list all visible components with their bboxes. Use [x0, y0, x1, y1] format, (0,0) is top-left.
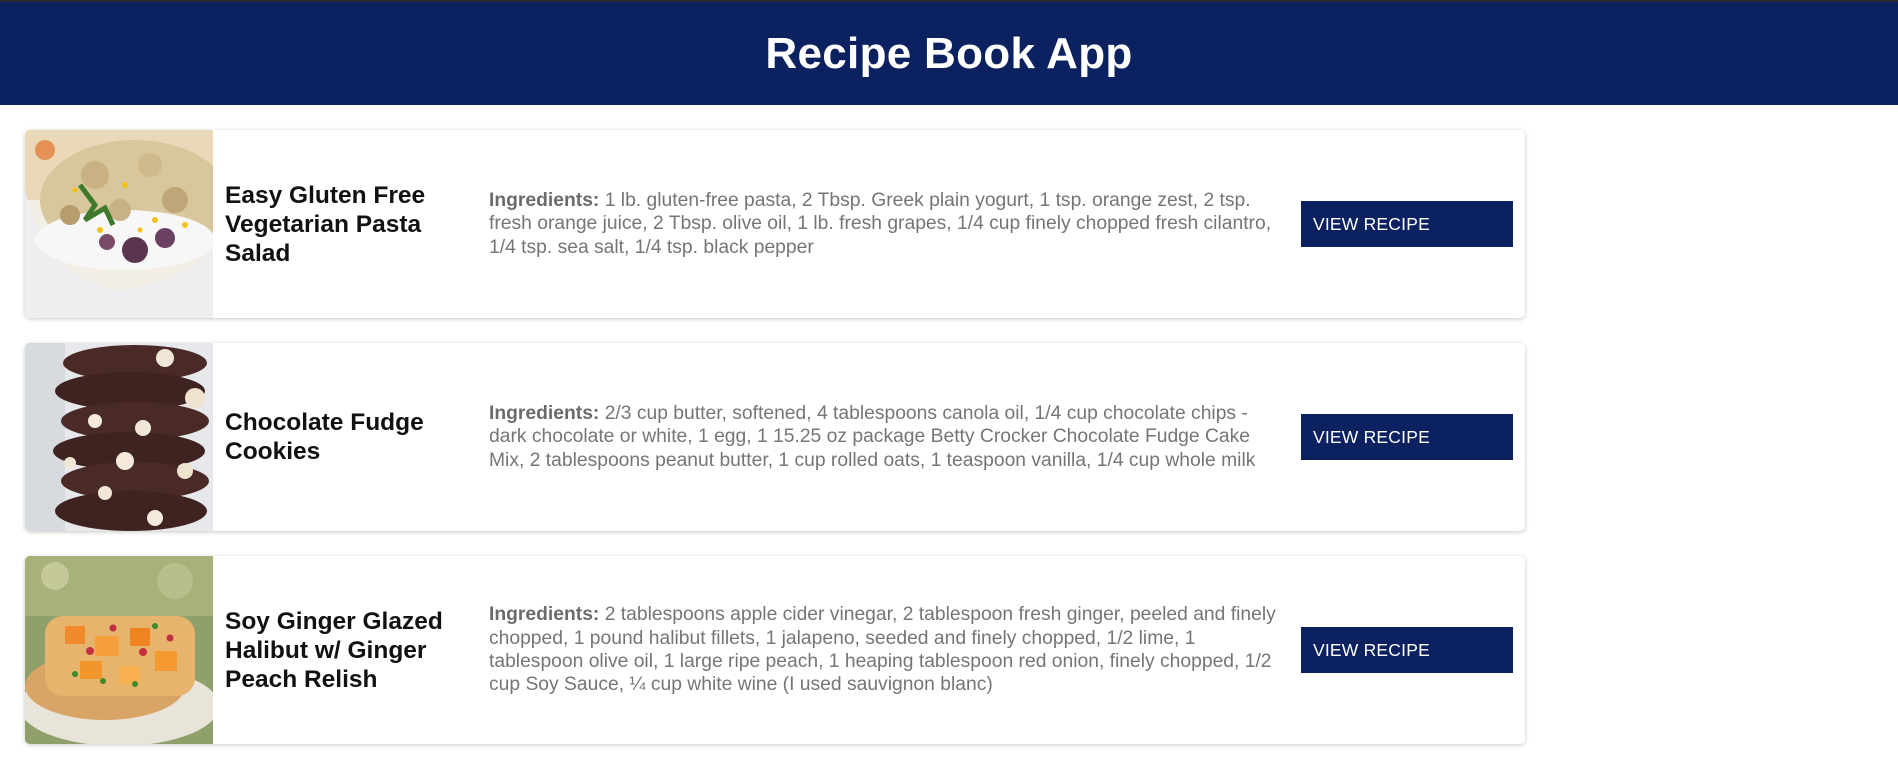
recipe-ingredients: Ingredients: 1 lb. gluten-free pasta, 2 … [477, 189, 1284, 259]
ingredients-label: Ingredients: [489, 403, 600, 425]
recipe-title: Easy Gluten Free Vegetarian Pasta Salad [225, 181, 426, 267]
view-recipe-button[interactable]: VIEW RECIPE [1301, 414, 1513, 460]
ingredients-label: Ingredients: [489, 604, 600, 626]
recipe-ingredients: Ingredients: 2/3 cup butter, softened, 4… [477, 402, 1284, 472]
recipe-image-halibut [25, 556, 213, 744]
ingredients-text: 2 tablespoons apple cider vinegar, 2 tab… [489, 604, 1276, 696]
recipe-image-pasta-salad [25, 130, 213, 318]
recipe-card-pasta-salad: Easy Gluten Free Vegetarian Pasta Salad … [25, 130, 1525, 318]
ingredients-text: 1 lb. gluten-free pasta, 2 Tbsp. Greek p… [489, 190, 1272, 258]
recipe-card-halibut: Soy Ginger Glazed Halibut w/ Ginger Peac… [25, 556, 1525, 744]
recipe-ingredients: Ingredients: 2 tablespoons apple cider v… [477, 603, 1284, 696]
recipe-title: Chocolate Fudge Cookies [225, 409, 424, 465]
app-header: Recipe Book App [0, 2, 1898, 105]
recipe-title: Soy Ginger Glazed Halibut w/ Ginger Peac… [225, 607, 443, 693]
recipe-card-fudge-cookies: Chocolate Fudge Cookies Ingredients: 2/3… [25, 343, 1525, 531]
app-title: Recipe Book App [765, 28, 1133, 78]
recipe-image-fudge-cookies [25, 343, 213, 531]
ingredients-text: 2/3 cup butter, softened, 4 tablespoons … [489, 403, 1256, 471]
ingredients-label: Ingredients: [489, 190, 600, 212]
view-recipe-button[interactable]: VIEW RECIPE [1301, 627, 1513, 673]
view-recipe-button[interactable]: VIEW RECIPE [1301, 201, 1513, 247]
